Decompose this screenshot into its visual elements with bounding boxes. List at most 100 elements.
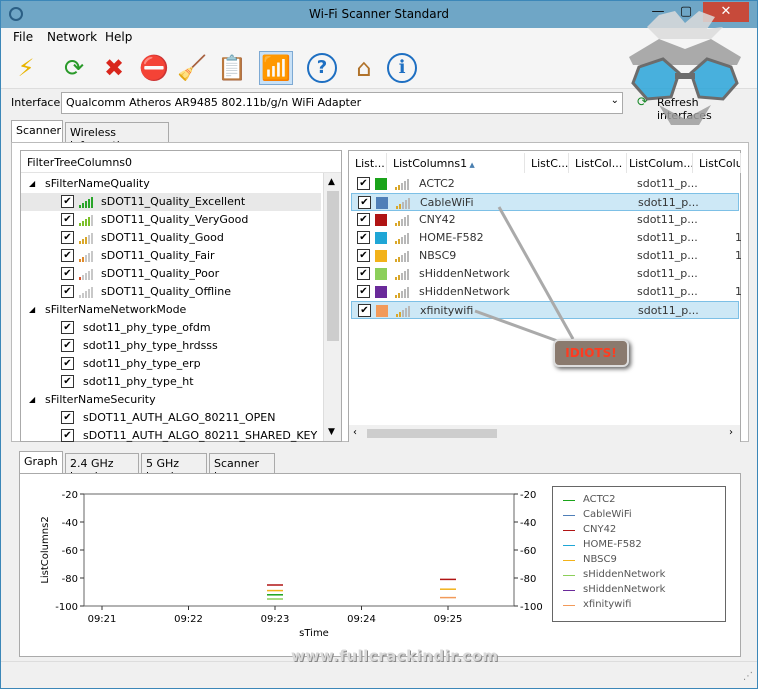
column-header-3[interactable]: ListCol... [571,153,627,173]
tree-item[interactable]: ✔ sDOT11_Quality_Fair [21,247,321,265]
checkbox[interactable]: ✔ [358,304,371,317]
mascot-logo-icon [629,11,741,125]
tree-item-label: sDOT11_Quality_VeryGood [101,213,249,226]
tab-5ghz-band[interactable]: 5 GHz band [141,453,207,483]
series-color-swatch [375,232,387,244]
tree-item[interactable]: ✔ sDOT11_Quality_Offline [21,283,321,301]
y-tick-label-right: -60 [520,546,536,557]
legend-label: ACTC2 [583,494,616,505]
tree-group-1[interactable]: ◢ sFilterNameNetworkMode [21,301,321,319]
signal-strength-icon [395,177,411,190]
tree-item[interactable]: ✔ sdot11_phy_type_ht [21,373,321,391]
tree-scroll-thumb[interactable] [327,191,339,341]
checkbox[interactable]: ✔ [357,177,370,190]
tree-item[interactable]: ✔ sdot11_phy_type_erp [21,355,321,373]
tree-item[interactable]: ✔ sDOT11_AUTH_ALGO_80211_SHARED_KEY [21,427,321,445]
tab-graph[interactable]: Graph [19,451,63,473]
expand-arrow-icon[interactable]: ◢ [29,179,35,188]
tree-item[interactable]: ✔ sDOT11_Quality_Excellent [21,193,321,211]
tree-item[interactable]: ✔ sDOT11_Quality_Poor [21,265,321,283]
column-header-label: ListC... [531,157,569,170]
checkbox[interactable]: ✔ [357,249,370,262]
network-name: xfinitywifi [420,304,474,317]
checkbox[interactable]: ✔ [61,267,74,280]
chevron-down-icon[interactable]: ⌄ [611,95,619,106]
tree-item[interactable]: ✔ sdot11_phy_type_hrdsss [21,337,321,355]
info-icon[interactable]: ℹ [387,53,417,83]
network-row[interactable]: ✔ ACTC2 sdot11_p... [351,175,739,193]
checkbox[interactable]: ✔ [61,411,74,424]
expand-arrow-icon[interactable]: ◢ [29,395,35,404]
checkbox[interactable]: ✔ [357,285,370,298]
column-header-4[interactable]: ListColum... [625,153,693,173]
expand-arrow-icon[interactable]: ◢ [29,305,35,314]
legend-label: sHiddenNetwork [583,584,666,595]
scroll-left-icon[interactable]: ‹ [353,427,357,438]
tree-group-2[interactable]: ◢ sFilterNameSecurity [21,391,321,409]
tree-item[interactable]: ✔ sDOT11_Quality_Good [21,229,321,247]
broom-icon[interactable]: 🧹 [175,51,209,85]
interface-select[interactable]: Qualcomm Atheros AR9485 802.11b/g/n WiFi… [61,92,623,114]
tree-item[interactable]: ✔ sdot11_phy_type_ofdm [21,319,321,337]
refresh-icon[interactable]: ⟳ [57,51,91,85]
column-header-1[interactable]: ListColumns1 ▲ [389,153,525,173]
legend-label: CableWiFi [583,509,632,520]
checkbox[interactable]: ✔ [61,375,74,388]
checkbox[interactable]: ✔ [61,321,74,334]
annotation-arrows [474,206,575,345]
signal-quality-icon [79,267,95,280]
scroll-up-icon[interactable]: ▲ [328,177,335,187]
column-header-5[interactable]: ListColu [695,153,741,173]
checkbox[interactable]: ✔ [61,213,74,226]
tree-group-0[interactable]: ◢ sFilterNameQuality [21,175,321,193]
tree-scrollbar[interactable]: ▲ ▼ [323,173,341,441]
tab-wireless-information[interactable]: Wireless information [65,122,169,152]
series-color-swatch [376,197,388,209]
resize-grip-icon[interactable]: ⋰ [743,671,753,682]
signal-quality-icon [79,213,95,226]
checkbox[interactable]: ✔ [61,339,74,352]
checkbox[interactable]: ✔ [61,357,74,370]
checkbox[interactable]: ✔ [61,285,74,298]
interface-label: Interface: [11,96,64,109]
stop-icon[interactable]: ✖ [97,51,131,85]
legend-line-swatch [563,500,575,501]
network-name: ACTC2 [419,177,455,190]
checkbox[interactable]: ✔ [357,213,370,226]
checkbox[interactable]: ✔ [61,231,74,244]
column-header-2[interactable]: ListC... [527,153,569,173]
legend-line-swatch [563,605,575,606]
menu-help[interactable]: Help [105,30,132,44]
tab-scanner-log[interactable]: Scanner log [209,453,275,483]
signal-strength-icon [395,249,411,262]
lightning-icon[interactable]: ⚡ [9,51,43,85]
checkbox[interactable]: ✔ [358,196,371,209]
tab-scanner[interactable]: Scanner [11,120,63,142]
menu-network[interactable]: Network [47,30,97,44]
menu-file[interactable]: File [13,30,33,44]
list-scroll-thumb[interactable] [367,429,497,438]
tree-item[interactable]: ✔ sDOT11_AUTH_ALGO_80211_OPEN [21,409,321,427]
help-icon[interactable]: ? [307,53,337,83]
signal-quality-icon [79,195,95,208]
scroll-down-icon[interactable]: ▼ [328,427,335,437]
list-hscrollbar[interactable]: ‹ › [349,425,740,442]
home-icon[interactable]: ⌂ [347,51,381,85]
checkbox[interactable]: ✔ [61,249,74,262]
series-color-swatch [375,214,387,226]
wifi-scan-icon[interactable]: 📶 [259,51,293,85]
tree-item[interactable]: ✔ sDOT11_Quality_VeryGood [21,211,321,229]
column-header-0[interactable]: List... [351,153,387,173]
checkbox[interactable]: ✔ [357,231,370,244]
y-tick-label: -100 [55,602,78,613]
legend-line-swatch [563,530,575,531]
checkbox[interactable]: ✔ [61,195,74,208]
scroll-right-icon[interactable]: › [729,427,733,438]
x-tick-label: 09:24 [347,614,376,625]
channel-cell: 1 [735,231,742,244]
signal-block-icon[interactable]: ⛔ [137,51,171,85]
checkbox[interactable]: ✔ [61,429,74,442]
checkbox[interactable]: ✔ [357,267,370,280]
export-icon[interactable]: 📋 [215,51,249,85]
tab-24ghz-band[interactable]: 2.4 GHz band [65,453,139,483]
